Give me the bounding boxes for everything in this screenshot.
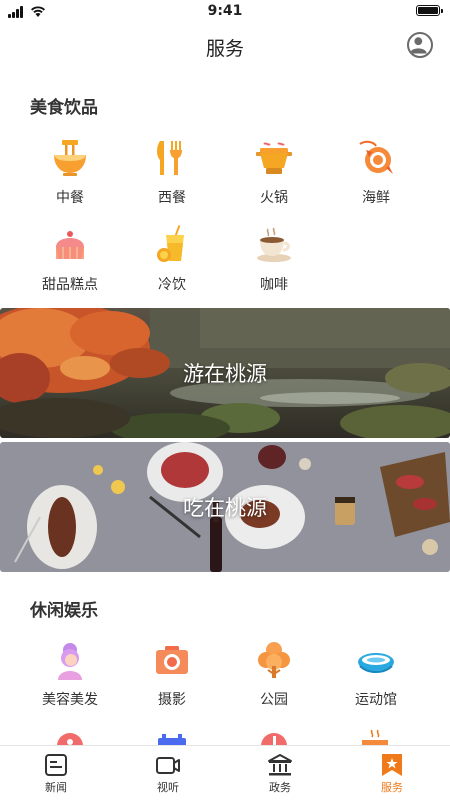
banner-travel-text: 游在桃源 [183, 362, 267, 386]
leisure-item-label: 运动馆 [355, 692, 397, 708]
food-item-dessert[interactable]: 甜品糕点 [20, 225, 120, 294]
cake-icon [56, 231, 84, 259]
video-icon [156, 757, 180, 774]
shrimp-icon [359, 140, 393, 174]
tab-bar: 新闻 视听 政务 服务 [0, 745, 450, 800]
food-item-label: 中餐 [56, 190, 84, 206]
food-item-label: 西餐 [158, 190, 186, 206]
food-item-label: 火锅 [260, 190, 288, 206]
section-title-leisure: 休闲娱乐 [30, 601, 98, 621]
tree-icon [258, 642, 290, 678]
tab-government[interactable]: 政务 [224, 746, 336, 800]
leisure-item-label: 摄影 [158, 692, 186, 708]
leisure-item-stadium[interactable]: 运动馆 [326, 640, 426, 709]
service-bookmark-icon [382, 754, 402, 776]
hotpot-icon [256, 142, 292, 174]
status-time: 9:41 [207, 3, 243, 19]
food-item-seafood[interactable]: 海鲜 [326, 138, 426, 207]
camera-icon [156, 646, 188, 674]
noodle-bowl-icon [54, 140, 86, 176]
tab-news[interactable]: 新闻 [0, 746, 112, 800]
stadium-icon [358, 653, 394, 673]
food-item-label: 甜品糕点 [42, 277, 98, 293]
leisure-item-park[interactable]: 公园 [224, 640, 324, 709]
beauty-woman-icon [58, 643, 82, 680]
tab-label: 新闻 [45, 781, 67, 794]
food-item-western[interactable]: 西餐 [122, 138, 222, 207]
status-bar: 9:41 [0, 0, 450, 24]
tab-label: 视听 [157, 781, 179, 794]
banner-food-text: 吃在桃源 [183, 496, 267, 520]
nav-bar: 服务 [0, 24, 450, 68]
food-item-label: 咖啡 [260, 277, 288, 293]
food-item-coffee[interactable]: 咖啡 [224, 225, 324, 294]
page-title: 服务 [205, 38, 244, 60]
tab-label: 政务 [269, 781, 291, 794]
food-item-chinese[interactable]: 中餐 [20, 138, 120, 207]
cold-drink-icon [157, 225, 184, 262]
fork-knife-icon [157, 141, 182, 175]
government-building-icon [268, 754, 292, 776]
food-item-label: 冷饮 [158, 277, 186, 293]
tab-service[interactable]: 服务 [336, 746, 448, 800]
leisure-item-label: 美容美发 [42, 692, 98, 708]
banner-travel[interactable]: 游在桃源 [0, 308, 450, 438]
tab-video[interactable]: 视听 [112, 746, 224, 800]
coffee-cup-icon [257, 227, 291, 262]
avatar[interactable] [407, 32, 433, 58]
leisure-item-photo[interactable]: 摄影 [122, 640, 222, 709]
food-item-cold-drink[interactable]: 冷饮 [122, 225, 222, 294]
food-item-label: 海鲜 [362, 190, 390, 206]
leisure-item-label: 公园 [260, 692, 288, 708]
leisure-item-beauty[interactable]: 美容美发 [20, 640, 120, 709]
food-item-hotpot[interactable]: 火锅 [224, 138, 324, 207]
banner-food[interactable]: 吃在桃源 [0, 442, 450, 572]
battery-icon [416, 5, 443, 16]
news-icon [45, 754, 67, 776]
tab-label: 服务 [381, 781, 403, 794]
section-title-food: 美食饮品 [30, 98, 98, 118]
